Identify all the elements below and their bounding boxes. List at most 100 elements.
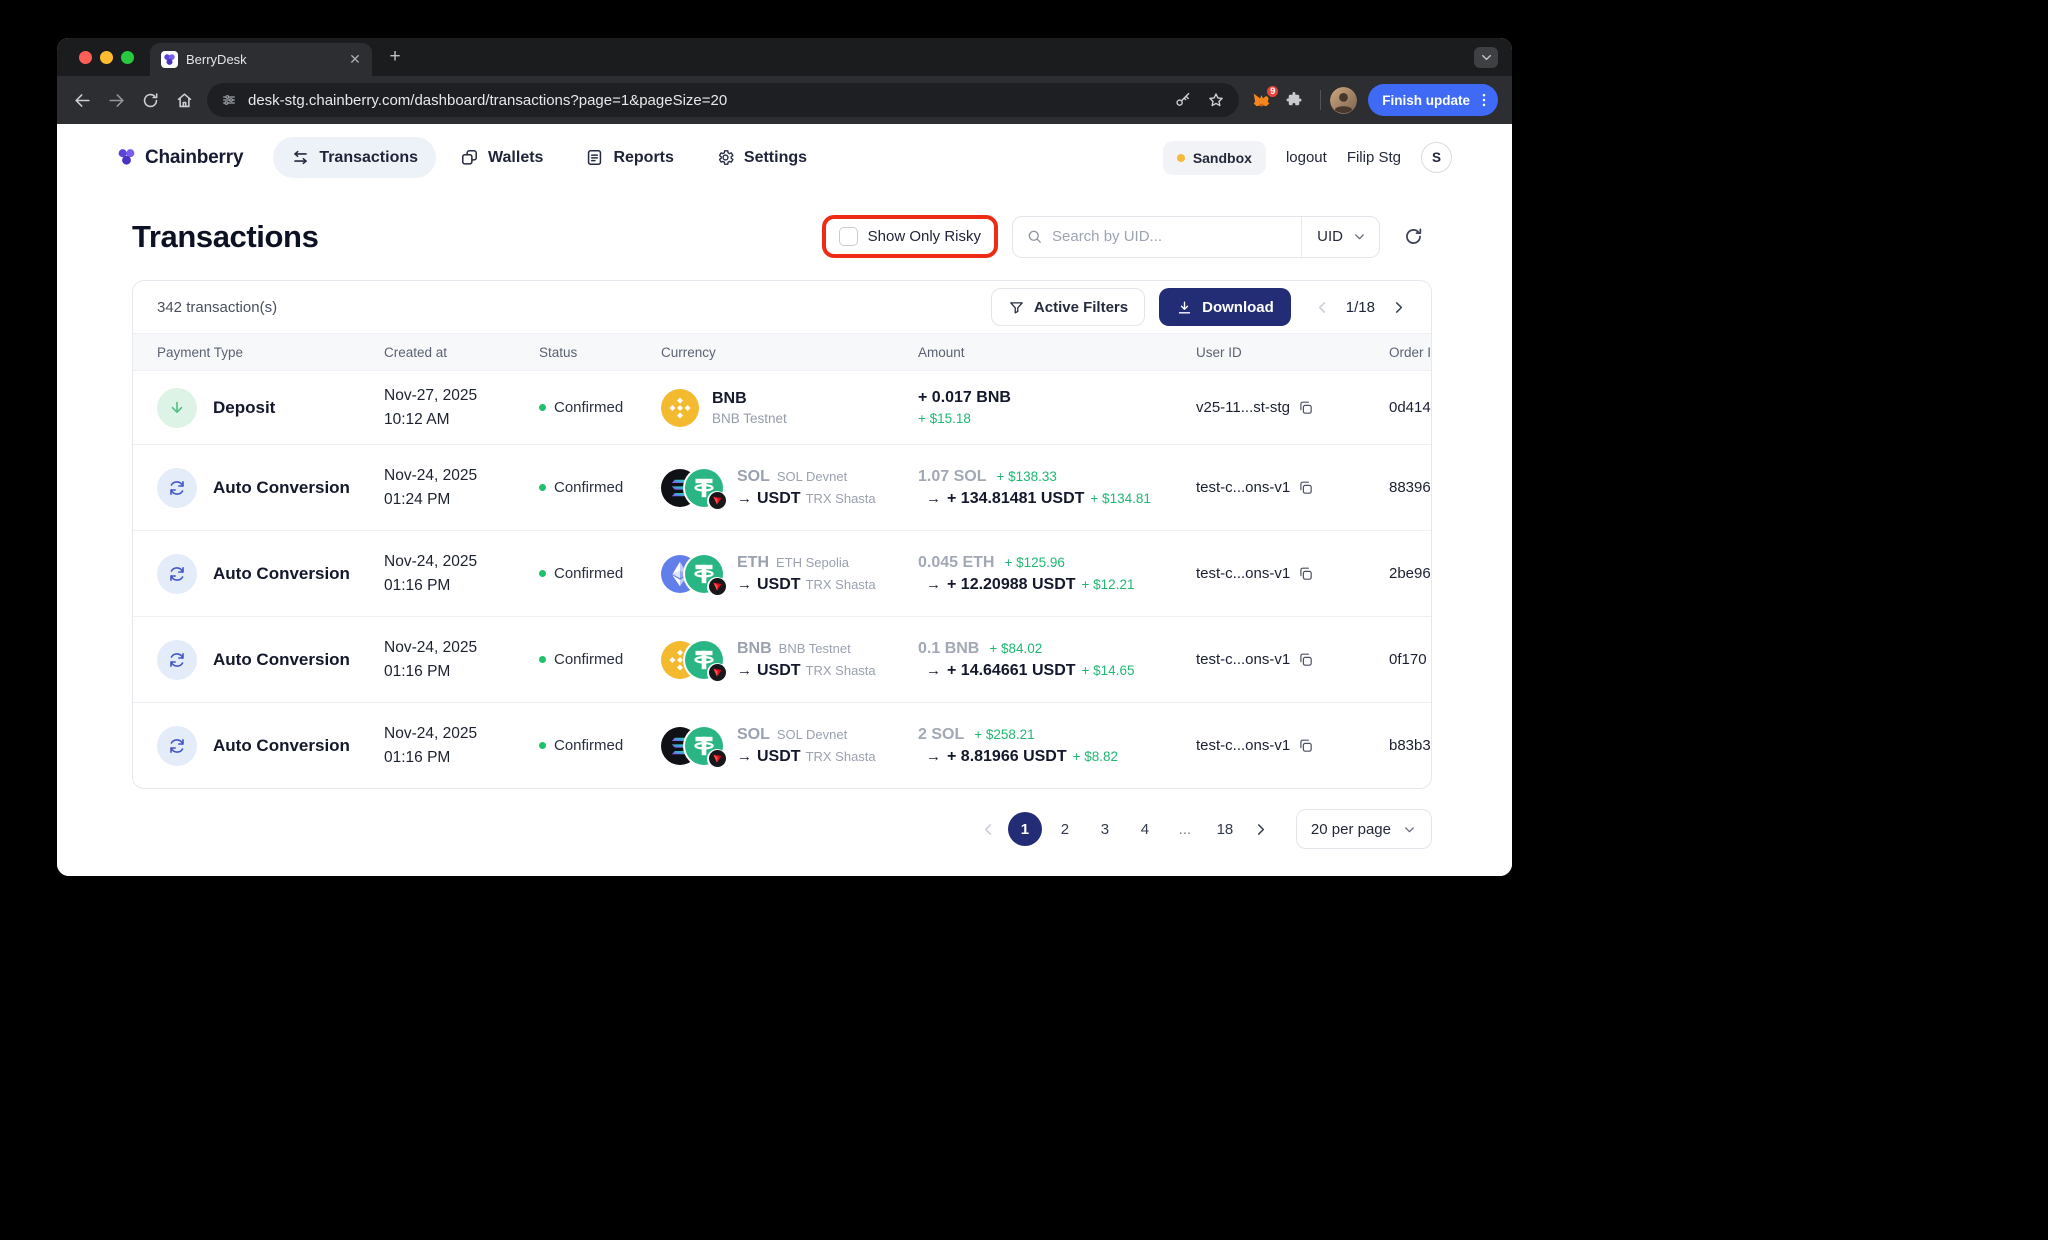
nav-transactions[interactable]: Transactions — [273, 137, 436, 178]
back-button[interactable] — [65, 83, 99, 117]
table-row[interactable]: Auto Conversion Nov-24, 2025 01:24 PM Co… — [133, 444, 1431, 530]
pagination-next-button[interactable] — [1246, 812, 1276, 846]
finish-update-button[interactable]: Finish update — [1368, 84, 1498, 116]
table-row[interactable]: Auto Conversion Nov-24, 2025 01:16 PM Co… — [133, 702, 1431, 788]
download-button[interactable]: Download — [1159, 288, 1291, 326]
sandbox-dot-icon — [1177, 154, 1185, 162]
pagination-ellipsis: ... — [1168, 812, 1202, 846]
status-dot-icon — [539, 656, 546, 663]
nav-reports[interactable]: Reports — [567, 137, 691, 178]
user-avatar[interactable]: S — [1421, 142, 1452, 173]
pagination-page-18[interactable]: 18 — [1208, 812, 1242, 846]
refresh-button[interactable] — [1394, 218, 1432, 256]
created-time: 10:12 AM — [384, 408, 527, 431]
from-amount-usd: + $84.02 — [989, 641, 1042, 656]
status: Confirmed — [554, 399, 623, 416]
usdt-coin-icon — [683, 467, 725, 509]
search-filter-select[interactable]: UID — [1301, 217, 1379, 257]
created-time: 01:24 PM — [384, 488, 527, 511]
close-window-button[interactable] — [79, 51, 92, 64]
order-id: 2be96 — [1389, 565, 1431, 582]
pagination-prev-button[interactable] — [974, 812, 1004, 846]
copy-icon[interactable] — [1297, 651, 1314, 668]
annotation-highlight: Show Only Risky — [822, 215, 998, 258]
column-header: Amount — [918, 345, 1196, 360]
browser-menu-icon[interactable] — [1475, 91, 1493, 109]
user-id: test-c...ons-v1 — [1196, 479, 1290, 496]
copy-icon[interactable] — [1297, 399, 1314, 416]
chevron-down-icon — [1352, 229, 1367, 244]
logout-link[interactable]: logout — [1286, 149, 1327, 166]
column-header: Currency — [661, 345, 918, 360]
column-header: User ID — [1196, 345, 1389, 360]
table-row[interactable]: Auto Conversion Nov-24, 2025 01:16 PM Co… — [133, 530, 1431, 616]
from-coin: BNB — [737, 640, 772, 658]
site-info-icon[interactable] — [221, 92, 237, 108]
chainberry-logo-icon — [115, 146, 138, 169]
show-only-risky-label: Show Only Risky — [868, 228, 981, 245]
reload-button[interactable] — [133, 83, 167, 117]
to-amount-usd: + $14.65 — [1082, 663, 1135, 678]
order-id: 0f170 — [1389, 651, 1427, 668]
table-row[interactable]: Auto Conversion Nov-24, 2025 01:16 PM Co… — [133, 616, 1431, 702]
column-header: Order ID — [1389, 345, 1431, 360]
tab-close-icon[interactable]: ✕ — [346, 51, 364, 69]
pager-prev-button[interactable] — [1314, 299, 1331, 316]
user-id: test-c...ons-v1 — [1196, 565, 1290, 582]
to-network: TRX Shasta — [806, 577, 876, 592]
tab-search-button[interactable] — [1474, 47, 1498, 68]
arrow-right-icon: → — [926, 576, 941, 593]
browser-tab[interactable]: BerryDesk ✕ — [150, 43, 372, 76]
usdt-coin-icon — [683, 553, 725, 595]
forward-button[interactable] — [99, 83, 133, 117]
refresh-icon — [1403, 226, 1424, 247]
coin-name: BNB — [712, 390, 787, 408]
address-bar[interactable]: desk-stg.chainberry.com/dashboard/transa… — [207, 83, 1239, 117]
created-date: Nov-24, 2025 — [384, 722, 527, 745]
search-input[interactable] — [1052, 228, 1291, 245]
status: Confirmed — [554, 737, 623, 754]
copy-icon[interactable] — [1297, 737, 1314, 754]
arrow-right-icon: → — [737, 662, 752, 679]
page-controls: Show Only Risky UID — [822, 215, 1432, 258]
arrow-right-icon: → — [926, 490, 941, 507]
minimize-window-button[interactable] — [100, 51, 113, 64]
maximize-window-button[interactable] — [121, 51, 134, 64]
extensions-button[interactable] — [1277, 83, 1311, 117]
table: Payment TypeCreated atStatusCurrencyAmou… — [133, 333, 1431, 788]
payment-type: Auto Conversion — [213, 650, 350, 670]
nav-settings[interactable]: Settings — [698, 137, 825, 178]
pagination-page-3[interactable]: 3 — [1088, 812, 1122, 846]
password-key-icon[interactable] — [1174, 91, 1192, 109]
new-tab-button[interactable]: + — [380, 42, 410, 72]
table-pager: 1/18 — [1314, 299, 1407, 316]
primary-nav: Transactions Wallets Reports Settings — [273, 137, 825, 178]
wallet-extension-button[interactable]: 9 — [1245, 84, 1277, 116]
pager-next-button[interactable] — [1390, 299, 1407, 316]
brand-logo[interactable]: Chainberry — [115, 146, 243, 169]
coin-pair-icon — [661, 552, 725, 596]
chevron-down-icon — [1480, 51, 1493, 64]
from-coin: ETH — [737, 554, 769, 572]
reports-icon — [585, 148, 604, 167]
trx-network-badge-icon — [707, 577, 727, 597]
download-icon — [1176, 299, 1193, 316]
pagination-page-4[interactable]: 4 — [1128, 812, 1162, 846]
pagination-page-2[interactable]: 2 — [1048, 812, 1082, 846]
nav-wallets[interactable]: Wallets — [442, 137, 561, 178]
created-time: 01:16 PM — [384, 660, 527, 683]
page-size-select[interactable]: 20 per page — [1296, 809, 1432, 849]
to-coin: USDT — [757, 576, 801, 594]
column-header: Status — [539, 345, 661, 360]
show-only-risky-checkbox[interactable] — [839, 227, 858, 246]
active-filters-button[interactable]: Active Filters — [991, 288, 1145, 326]
copy-icon[interactable] — [1297, 479, 1314, 496]
bookmark-star-icon[interactable] — [1207, 91, 1225, 109]
copy-icon[interactable] — [1297, 565, 1314, 582]
window-controls — [57, 51, 150, 64]
from-network: SOL Devnet — [777, 727, 847, 742]
pagination-page-1[interactable]: 1 — [1008, 812, 1042, 846]
home-button[interactable] — [167, 83, 201, 117]
browser-profile-avatar[interactable] — [1330, 87, 1357, 114]
table-row[interactable]: Deposit Nov-27, 2025 10:12 AM Confirmed … — [133, 370, 1431, 444]
